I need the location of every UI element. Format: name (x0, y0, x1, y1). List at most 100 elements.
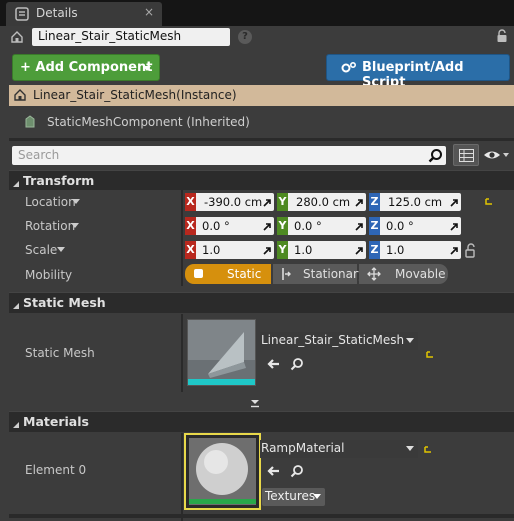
drag-arrow-icon (263, 220, 271, 231)
stationary-icon (280, 267, 292, 284)
collapse-triangle-icon (12, 418, 20, 432)
location-y-input[interactable]: 280.0 cm (288, 193, 366, 211)
material-value: RampMaterial (261, 441, 345, 455)
drag-arrow-icon (450, 244, 458, 255)
transform-section-header[interactable]: Transform (9, 170, 514, 190)
details-icon (15, 7, 29, 24)
lock-icon[interactable] (496, 29, 508, 46)
column-divider (181, 190, 183, 286)
static-mesh-value: Linear_Stair_StaticMesh (261, 333, 405, 347)
static-mesh-component-icon (23, 115, 37, 132)
actor-name-input[interactable]: Linear_Stair_StaticMesh (32, 28, 230, 46)
component-label: StaticMeshComponent (Inherited) (47, 115, 250, 129)
location-x-value: -390.0 cm (204, 195, 263, 209)
drag-arrow-icon (450, 196, 458, 207)
mobility-stationary-button[interactable]: Stationary (273, 264, 365, 284)
rotation-z-value: 0.0 ° (386, 219, 414, 233)
component-tree-static-mesh[interactable]: StaticMeshComponent (Inherited) (9, 112, 514, 132)
browse-search-icon[interactable] (290, 464, 304, 481)
reset-to-default-icon[interactable] (425, 348, 434, 362)
rotation-z-axis-label: Z (369, 217, 380, 235)
close-icon[interactable]: × (144, 5, 154, 19)
grid-icon (459, 149, 474, 165)
property-matrix-button[interactable] (453, 144, 479, 166)
location-y-value: 280.0 cm (296, 195, 351, 209)
material-asset-picker[interactable]: RampMaterial (260, 440, 418, 458)
location-x-axis-label: X (185, 193, 196, 211)
add-component-label: + Add Component (20, 60, 153, 75)
scale-y-axis-label: Y (277, 241, 288, 259)
location-label: Location (25, 195, 76, 209)
drag-arrow-icon (450, 220, 458, 231)
textures-dropdown[interactable]: Textures (262, 488, 325, 506)
search-icon[interactable] (428, 148, 443, 166)
scale-x-input[interactable]: 1.0 (196, 241, 274, 259)
scale-y-input[interactable]: 1.0 (288, 241, 366, 259)
mobility-movable-label: Movable (395, 267, 446, 281)
static-mesh-section-header[interactable]: Static Mesh (9, 292, 514, 313)
reset-to-default-icon[interactable] (484, 196, 493, 209)
rotation-dropdown-icon[interactable] (71, 223, 79, 228)
tab-details[interactable]: Details × (6, 2, 162, 26)
textures-label: Textures (265, 489, 316, 503)
scale-z-axis-label: Z (369, 241, 380, 259)
scale-x-value: 1.0 (202, 243, 221, 257)
divider (9, 514, 514, 518)
tab-title: Details (36, 6, 78, 20)
rotation-y-input[interactable]: 0.0 ° (288, 217, 366, 235)
mobility-static-button[interactable]: Static (185, 264, 271, 284)
location-dropdown-icon[interactable] (72, 199, 80, 204)
actor-instance-icon (13, 88, 27, 105)
drag-arrow-icon (355, 220, 363, 231)
materials-section-header[interactable]: Materials (9, 411, 514, 432)
static-icon (194, 269, 203, 278)
stair-mesh-preview (188, 320, 255, 385)
location-y-axis-label: Y (277, 193, 288, 211)
use-selected-arrow-icon[interactable] (266, 357, 280, 374)
mobility-label: Mobility (25, 268, 73, 282)
search-placeholder: Search (18, 148, 60, 162)
mobility-movable-button[interactable]: Movable (359, 264, 448, 284)
component-tree-instance[interactable]: Linear_Stair_StaticMesh(Instance) (9, 85, 514, 106)
location-x-input[interactable]: -390.0 cm (196, 193, 274, 211)
collapse-triangle-icon (12, 299, 20, 313)
search-input[interactable]: Search (12, 146, 446, 165)
scale-lock-icon[interactable] (465, 242, 477, 261)
browse-search-icon[interactable] (290, 357, 304, 374)
transform-title: Transform (23, 173, 95, 188)
rotation-x-input[interactable]: 0.0 ° (196, 217, 274, 235)
material-thumbnail[interactable] (184, 433, 261, 510)
chevron-down-icon (406, 338, 414, 343)
location-z-value: 125.0 cm (388, 195, 443, 209)
mobility-stationary-label: Stationary (303, 267, 366, 281)
scale-z-input[interactable]: 1.0 (380, 241, 461, 259)
scale-dropdown-icon[interactable] (57, 247, 65, 252)
use-selected-arrow-icon[interactable] (266, 464, 280, 481)
drag-arrow-icon (355, 196, 363, 207)
location-z-input[interactable]: 125.0 cm (380, 193, 461, 211)
static-mesh-asset-picker[interactable]: Linear_Stair_StaticMesh (260, 332, 418, 350)
static-mesh-thumbnail[interactable] (187, 319, 256, 386)
rotation-label: Rotation (25, 219, 76, 233)
rotation-x-value: 0.0 ° (202, 219, 230, 233)
scale-x-axis-label: X (185, 241, 196, 259)
materials-title: Materials (23, 414, 89, 429)
reset-to-default-icon[interactable] (423, 443, 432, 457)
drag-arrow-icon (355, 244, 363, 255)
scale-label: Scale (25, 243, 58, 257)
blueprint-add-script-button[interactable]: Blueprint/Add Script (326, 54, 510, 90)
actor-icon (10, 30, 24, 47)
scale-y-value: 1.0 (294, 243, 313, 257)
add-component-button[interactable]: + Add Component (12, 54, 160, 81)
drag-arrow-icon (263, 244, 271, 255)
collapse-triangle-icon (12, 177, 20, 191)
static-mesh-title: Static Mesh (23, 295, 106, 310)
instance-label: Linear_Stair_StaticMesh(Instance) (33, 88, 237, 102)
rotation-y-axis-label: Y (277, 217, 288, 235)
visibility-eye-icon[interactable] (483, 148, 511, 165)
location-z-axis-label: Z (369, 193, 380, 211)
help-icon[interactable]: ? (238, 30, 252, 44)
rotation-z-input[interactable]: 0.0 ° (380, 217, 461, 235)
chevron-down-icon (406, 446, 414, 451)
expand-advanced-icon[interactable] (250, 397, 260, 411)
